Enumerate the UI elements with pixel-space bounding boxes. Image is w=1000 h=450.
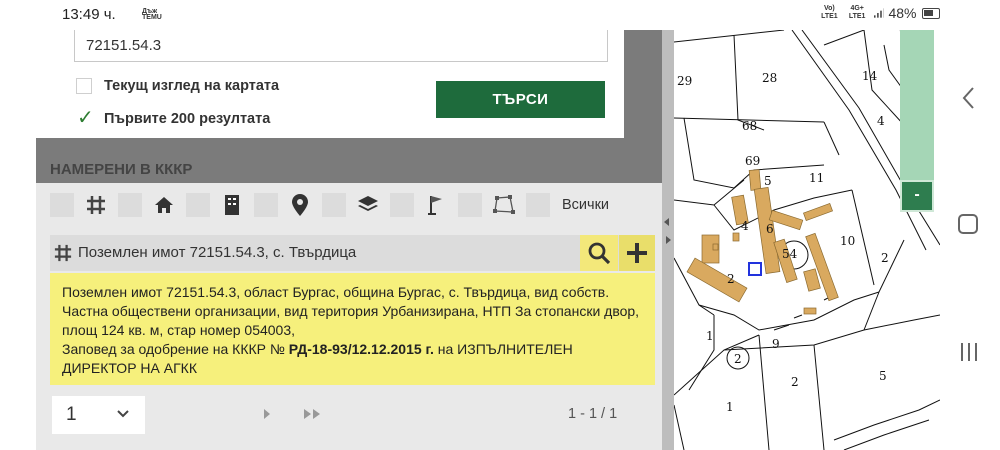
- filter-all-label[interactable]: Всички: [562, 197, 609, 213]
- parcel-label: 4: [741, 219, 749, 233]
- parcel-label: 1: [706, 329, 714, 343]
- option-first-200-label: Първите 200 резултата: [104, 111, 271, 127]
- building-icon[interactable]: [220, 193, 244, 217]
- result-item-title[interactable]: Поземлен имот 72151.54.3, с. Твърдица: [78, 244, 356, 261]
- next-page-icon[interactable]: [260, 407, 274, 421]
- pin-icon[interactable]: [288, 193, 312, 217]
- polygon-icon[interactable]: [492, 193, 516, 217]
- grid-icon[interactable]: [84, 193, 108, 217]
- parcel-label: 2: [727, 272, 735, 286]
- add-button[interactable]: [619, 235, 655, 271]
- filter-checkbox[interactable]: [50, 193, 74, 217]
- parcel-label: 29: [677, 74, 692, 88]
- parcel-label: 11: [809, 171, 824, 185]
- description-order-prefix: Заповед за одобрение на КККР №: [62, 341, 285, 357]
- parcel-label: 68: [742, 119, 757, 133]
- status-indicators: Vo) LTE1 4G+ LTE1 48%: [818, 5, 941, 21]
- filter-bar: Всички: [50, 193, 609, 217]
- filter-checkbox[interactable]: [390, 193, 414, 217]
- volte-icon: Vo) LTE1: [821, 5, 838, 20]
- result-item-header[interactable]: Поземлен имот 72151.54.3, с. Твърдица: [50, 235, 655, 271]
- parcel-label: 69: [745, 154, 760, 168]
- battery-icon: [922, 7, 941, 19]
- expand-right-icon[interactable]: [666, 236, 671, 244]
- battery-percent: 48%: [888, 5, 917, 21]
- signal-icon: [873, 8, 885, 18]
- option-current-view[interactable]: Текущ изглед на картата: [76, 78, 279, 94]
- home-nav-icon[interactable]: [958, 214, 978, 234]
- page-number: 1: [66, 404, 77, 425]
- flag-icon[interactable]: [424, 193, 448, 217]
- search-panel: Текущ изглед на картата ✓ Първите 200 ре…: [36, 30, 662, 450]
- grid-icon: [54, 244, 72, 267]
- chevron-down-icon: [117, 410, 129, 418]
- filter-checkbox-all[interactable]: [526, 193, 550, 217]
- filter-checkbox[interactable]: [118, 193, 142, 217]
- zoom-out-button[interactable]: -: [900, 180, 934, 212]
- parcel-label: 2: [791, 375, 799, 389]
- home-icon[interactable]: [152, 193, 176, 217]
- network-icon: 4G+ LTE1: [848, 5, 866, 20]
- search-card: Текущ изглед на картата ✓ Първите 200 ре…: [36, 30, 624, 138]
- description-main: Поземлен имот 72151.54.3, област Бургас,…: [62, 284, 640, 338]
- results-title: НАМЕРЕНИ В КККР: [50, 161, 193, 178]
- result-range: 1 - 1 / 1: [568, 406, 618, 422]
- result-description: Поземлен имот 72151.54.3, област Бургас,…: [50, 273, 655, 385]
- recent-apps-icon[interactable]: [960, 342, 978, 362]
- parcel-label: 10: [840, 234, 855, 248]
- filter-checkbox[interactable]: [186, 193, 210, 217]
- plus-icon: [627, 243, 647, 263]
- page-select[interactable]: 1: [52, 396, 145, 434]
- parcel-label: 4: [877, 114, 885, 128]
- status-bar: 13:49 ч. Дъж ТЕМU Vo) LTE1 4G+ LTE1 48%: [0, 0, 941, 30]
- checkmark-icon: ✓: [77, 107, 94, 129]
- checkbox-current-view[interactable]: [76, 78, 92, 94]
- checkbox-first-200[interactable]: ✓: [76, 107, 94, 129]
- parcel-label: 5: [879, 369, 887, 383]
- parcel-label: 6: [766, 222, 774, 236]
- filter-checkbox[interactable]: [254, 193, 278, 217]
- description-order-number: РД-18-93/12.12.2015 г.: [288, 341, 434, 357]
- search-input[interactable]: [74, 30, 608, 62]
- last-page-icon[interactable]: [302, 407, 324, 421]
- status-time: 13:49 ч.: [62, 6, 116, 23]
- parcel-label: 2: [734, 352, 742, 366]
- parcel-label: 14: [862, 69, 878, 83]
- parcel-label: 1: [726, 400, 734, 414]
- notification-icon: Дъж ТЕМU: [142, 8, 162, 21]
- parcel-label: 54: [782, 247, 798, 261]
- option-first-200[interactable]: ✓ Първите 200 резултата: [76, 107, 271, 129]
- back-icon[interactable]: [962, 86, 976, 110]
- search-button[interactable]: ТЪРСИ: [436, 81, 605, 118]
- parcel-label: 2: [881, 251, 889, 265]
- parcel-label: 9: [772, 337, 780, 351]
- screen: 13:49 ч. Дъж ТЕМU Vo) LTE1 4G+ LTE1 48% …: [0, 0, 1000, 450]
- zoom-to-button[interactable]: [580, 235, 618, 271]
- option-current-view-label: Текущ изглед на картата: [104, 78, 280, 94]
- parcel-label: 5: [764, 174, 772, 188]
- layers-icon[interactable]: [356, 193, 380, 217]
- filter-checkbox[interactable]: [322, 193, 346, 217]
- filter-checkbox[interactable]: [458, 193, 482, 217]
- search-icon: [588, 242, 611, 265]
- parcel-label: 28: [762, 71, 777, 85]
- collapse-left-icon[interactable]: [664, 218, 669, 226]
